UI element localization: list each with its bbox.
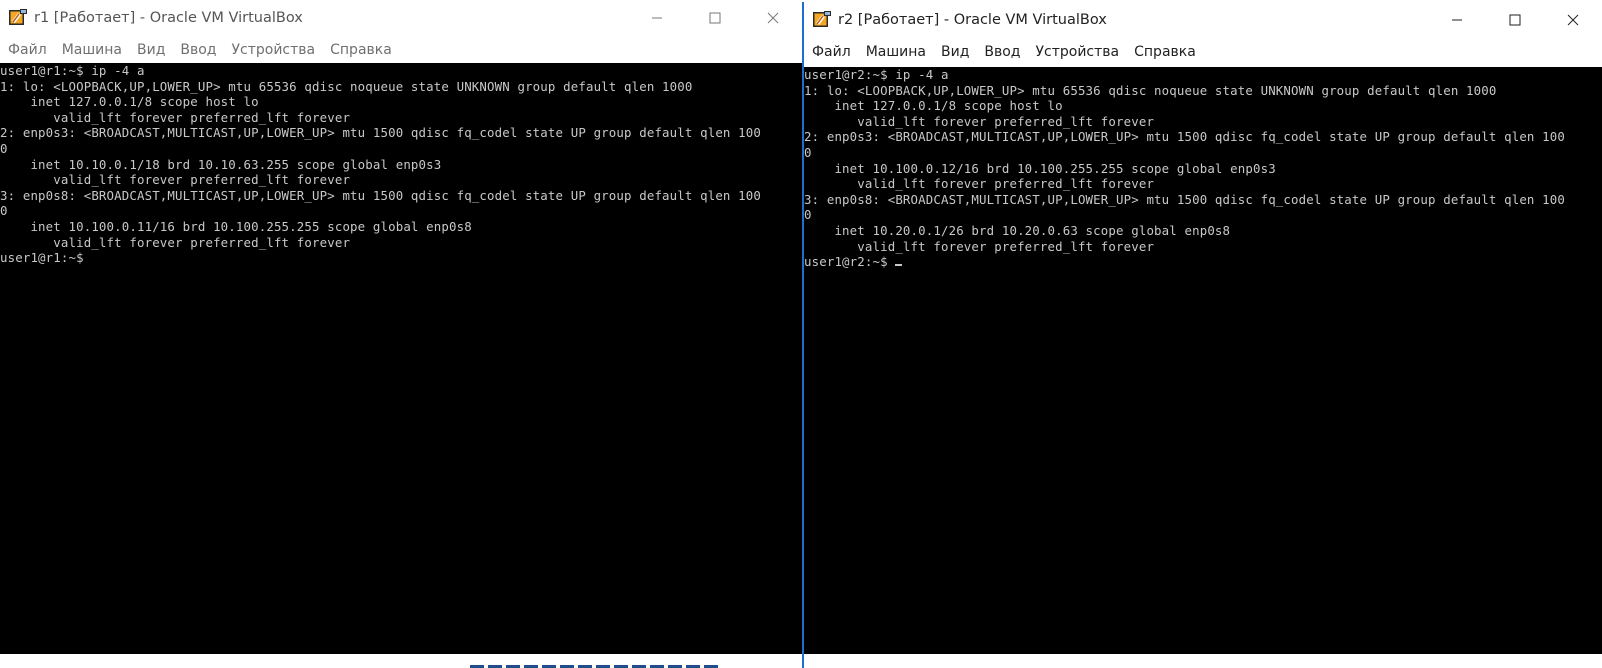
virtualbox-icon xyxy=(812,10,832,30)
terminal-line: 3: enp0s8: <BROADCAST,MULTICAST,UP,LOWER… xyxy=(0,187,761,203)
menu-machine[interactable]: Машина xyxy=(62,42,122,58)
terminal-line: user1@r2:~$ ip -4 a xyxy=(804,67,949,82)
terminal-line: valid_lft forever preferred_lft forever xyxy=(0,234,351,250)
minimize-icon xyxy=(1452,19,1462,21)
cursor-icon xyxy=(895,264,903,267)
menu-bar: Файл Машина Вид Ввод Устройства Справка xyxy=(804,38,1602,65)
menu-input[interactable]: Ввод xyxy=(984,44,1020,60)
minimize-button[interactable] xyxy=(1428,2,1486,38)
terminal-line: 0 xyxy=(0,203,8,219)
terminal-line: valid_lft forever preferred_lft forever xyxy=(0,172,351,188)
terminal-prompt: user1@r1:~$ xyxy=(0,250,84,266)
menu-bar: Файл Машина Вид Ввод Устройства Справка xyxy=(0,36,802,63)
menu-file[interactable]: Файл xyxy=(812,44,851,60)
menu-view[interactable]: Вид xyxy=(137,42,165,58)
terminal-line: inet 10.20.0.1/26 brd 10.20.0.63 scope g… xyxy=(804,222,1231,238)
close-icon xyxy=(1567,14,1579,26)
title-bar[interactable]: r1 [Работает] - Oracle VM VirtualBox xyxy=(0,0,802,36)
menu-file[interactable]: Файл xyxy=(8,42,47,58)
terminal-line: valid_lft forever preferred_lft forever xyxy=(804,176,1155,192)
menu-view[interactable]: Вид xyxy=(941,44,969,60)
close-button[interactable] xyxy=(1544,2,1602,38)
title-bar[interactable]: r2 [Работает] - Oracle VM VirtualBox xyxy=(804,2,1602,38)
terminal-prompt: user1@r2:~$ xyxy=(804,254,1602,270)
close-button[interactable] xyxy=(744,0,802,36)
vm-console[interactable]: user1@r1:~$ ip -4 a 1: lo: <LOOPBACK,UP,… xyxy=(0,63,802,668)
terminal-line: 1: lo: <LOOPBACK,UP,LOWER_UP> mtu 65536 … xyxy=(0,78,693,94)
terminal-line: inet 10.10.0.1/18 brd 10.10.63.255 scope… xyxy=(0,156,442,172)
virtualbox-icon xyxy=(8,8,28,28)
terminal-line: 0 xyxy=(0,140,8,156)
terminal-line: valid_lft forever preferred_lft forever xyxy=(804,238,1155,254)
menu-devices[interactable]: Устройства xyxy=(1036,44,1120,60)
terminal-line: valid_lft forever preferred_lft forever xyxy=(804,113,1155,129)
vm-window-r1[interactable]: r1 [Работает] - Oracle VM VirtualBox Фай… xyxy=(0,0,802,668)
terminal-line: valid_lft forever preferred_lft forever xyxy=(0,109,351,125)
menu-input[interactable]: Ввод xyxy=(180,42,216,58)
vm-window-r2[interactable]: r2 [Работает] - Oracle VM VirtualBox Фай… xyxy=(802,2,1602,668)
window-title: r2 [Работает] - Oracle VM VirtualBox xyxy=(838,12,1107,28)
terminal-prompt-text: user1@r2:~$ xyxy=(804,254,896,270)
terminal-line: inet 127.0.0.1/8 scope host lo xyxy=(804,98,1063,114)
terminal-line: 2: enp0s3: <BROADCAST,MULTICAST,UP,LOWER… xyxy=(804,129,1565,145)
terminal-line: inet 127.0.0.1/8 scope host lo xyxy=(0,94,259,110)
maximize-button[interactable] xyxy=(686,0,744,36)
maximize-icon xyxy=(1509,14,1521,26)
terminal-line: inet 10.100.0.11/16 brd 10.100.255.255 s… xyxy=(0,218,472,234)
maximize-button[interactable] xyxy=(1486,2,1544,38)
terminal-line: 0 xyxy=(804,207,812,223)
terminal-line: user1@r1:~$ ip -4 a xyxy=(0,63,145,78)
maximize-icon xyxy=(709,12,721,24)
terminal-line: inet 10.100.0.12/16 brd 10.100.255.255 s… xyxy=(804,160,1276,176)
window-title: r1 [Работает] - Oracle VM VirtualBox xyxy=(34,10,303,26)
vm-console[interactable]: user1@r2:~$ ip -4 a 1: lo: <LOOPBACK,UP,… xyxy=(804,67,1602,654)
menu-help[interactable]: Справка xyxy=(1134,44,1196,60)
terminal-line: 0 xyxy=(804,144,812,160)
terminal-line: 1: lo: <LOOPBACK,UP,LOWER_UP> mtu 65536 … xyxy=(804,82,1497,98)
menu-help[interactable]: Справка xyxy=(330,42,392,58)
terminal-line: 2: enp0s3: <BROADCAST,MULTICAST,UP,LOWER… xyxy=(0,125,761,141)
menu-machine[interactable]: Машина xyxy=(866,44,926,60)
terminal-line: 3: enp0s8: <BROADCAST,MULTICAST,UP,LOWER… xyxy=(804,191,1565,207)
minimize-button[interactable] xyxy=(628,0,686,36)
close-icon xyxy=(767,12,779,24)
menu-devices[interactable]: Устройства xyxy=(232,42,316,58)
minimize-icon xyxy=(652,17,662,19)
